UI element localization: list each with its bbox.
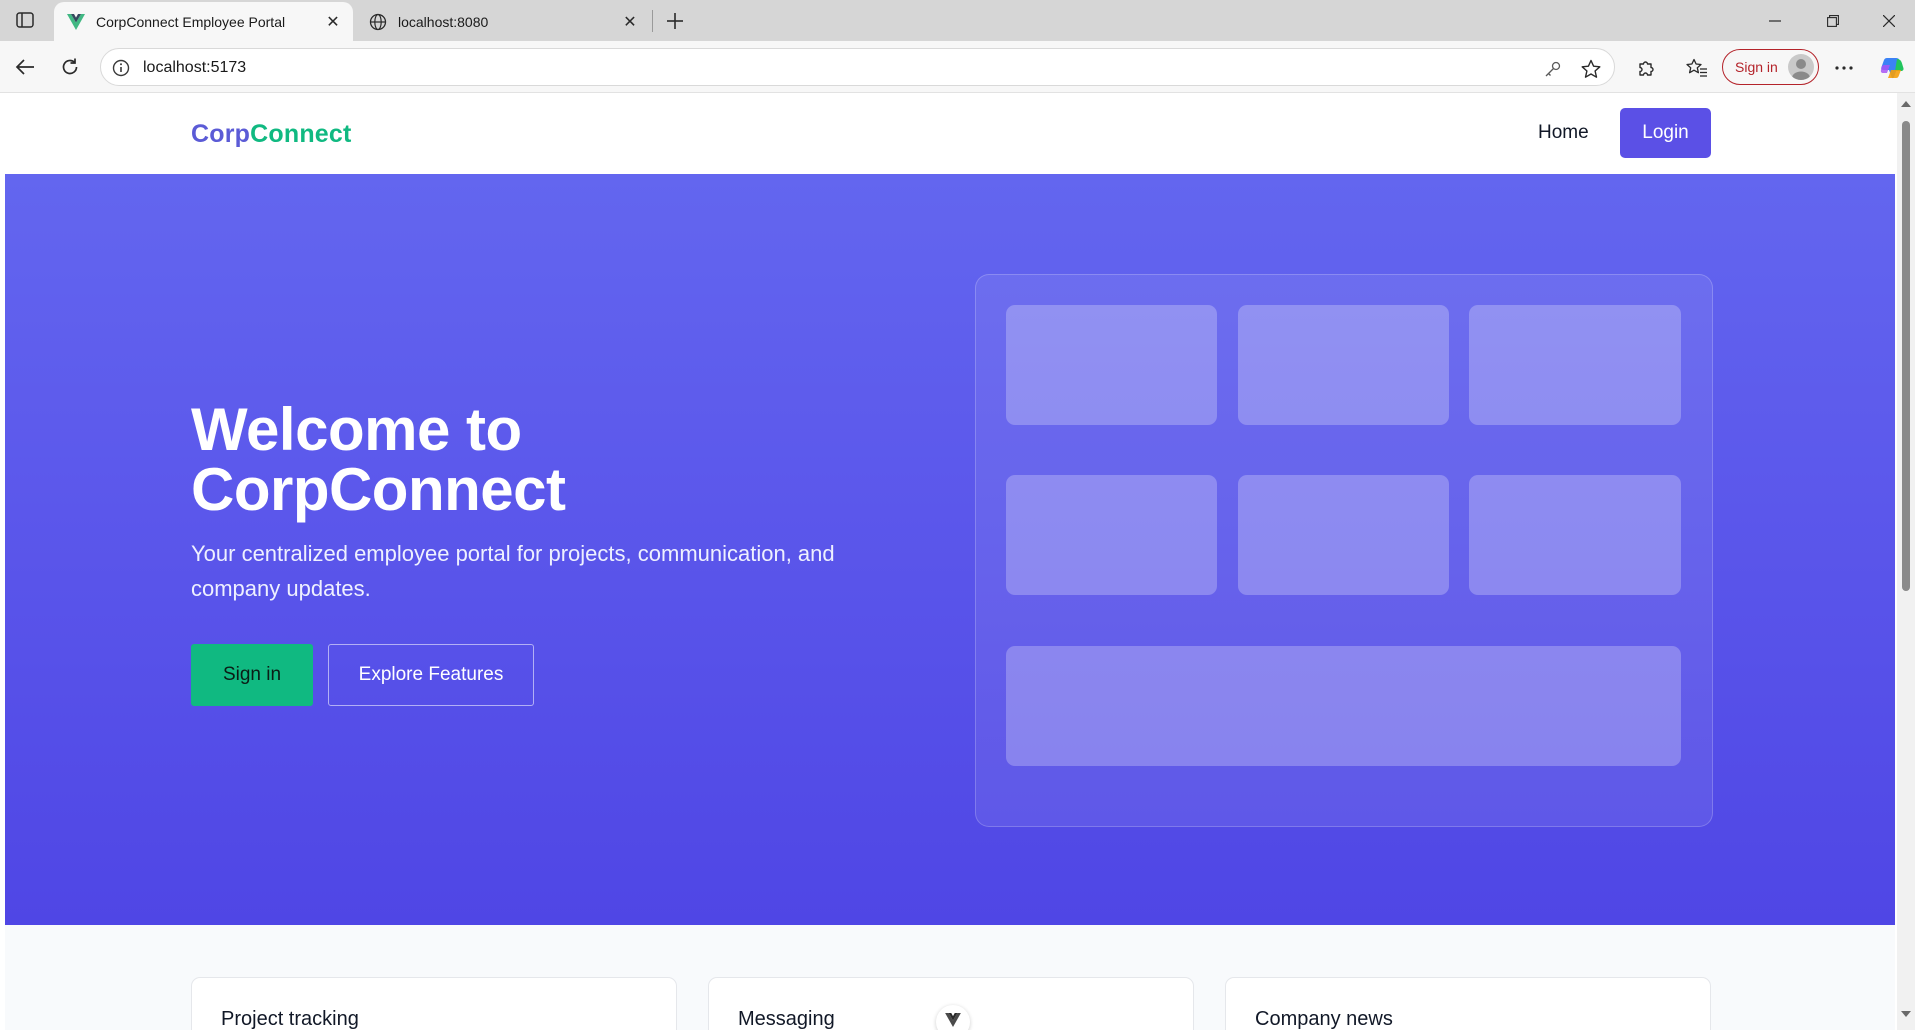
copilot-icon[interactable] (1878, 54, 1906, 82)
hero-subtitle: Your centralized employee portal for pro… (191, 541, 835, 601)
extensions-icon[interactable] (1632, 54, 1660, 82)
profile-sign-in-button[interactable]: Sign in (1722, 49, 1819, 85)
browser-tab-strip: CorpConnect Employee Portal ✕ localhost:… (0, 0, 1915, 41)
restore-icon[interactable] (1805, 0, 1861, 41)
feature-card-title: Project tracking (221, 1008, 359, 1030)
feature-card-title: Company news (1255, 1008, 1393, 1030)
preview-tile (1238, 305, 1449, 425)
tab-title: CorpConnect Employee Portal (96, 13, 286, 30)
profile-sign-in-label: Sign in (1735, 59, 1778, 75)
hero-sign-in-button[interactable]: Sign in (191, 644, 313, 706)
hero-title-line-1: Welcome to (191, 396, 522, 463)
explore-features-button[interactable]: Explore Features (328, 644, 534, 706)
back-icon[interactable] (9, 51, 41, 83)
favorites-icon[interactable] (1683, 54, 1711, 82)
close-tab-icon[interactable]: ✕ (321, 10, 345, 34)
page-scrollbar[interactable] (1897, 93, 1915, 1030)
tab-separator (652, 10, 653, 32)
tab-localhost-8080[interactable]: localhost:8080 ✕ (356, 2, 650, 41)
preview-tile (1469, 305, 1681, 425)
avatar (1788, 54, 1814, 80)
scroll-up-arrow-icon[interactable] (1901, 101, 1911, 107)
dashboard-preview-illustration (975, 274, 1713, 827)
brand-part-corp: Corp (191, 120, 251, 148)
brand-part-connect: Connect (250, 120, 352, 148)
feature-card-title: Messaging (738, 1008, 835, 1030)
preview-tile (1238, 475, 1449, 595)
scroll-down-arrow-icon[interactable] (1901, 1011, 1911, 1017)
site-info-icon[interactable] (111, 58, 131, 78)
close-tab-icon[interactable]: ✕ (618, 10, 642, 34)
nav-login-button[interactable]: Login (1620, 108, 1711, 158)
preview-tile (1006, 305, 1217, 425)
favorite-star-icon[interactable] (1580, 58, 1602, 80)
globe-icon (368, 12, 388, 32)
nav-home-link[interactable]: Home (1538, 122, 1589, 144)
tab-title: localhost:8080 (398, 13, 489, 30)
preview-tile (1469, 475, 1681, 595)
preview-tile (1006, 475, 1217, 595)
feature-card[interactable]: Project tracking (191, 977, 677, 1030)
hero-title-line-2: CorpConnect (191, 456, 566, 523)
minimize-icon[interactable] (1747, 0, 1803, 41)
tab-corpconnect[interactable]: CorpConnect Employee Portal ✕ (54, 2, 353, 41)
hero-title: Welcome to CorpConnect (191, 400, 751, 520)
address-bar[interactable]: localhost:5173 (100, 48, 1615, 86)
preview-wide-tile (1006, 646, 1681, 766)
more-options-icon[interactable] (1830, 54, 1858, 82)
brand-logo[interactable]: CorpConnect (191, 120, 352, 149)
vue-logo-icon (66, 12, 86, 32)
new-tab-icon[interactable] (660, 6, 690, 36)
page-viewport: CorpConnect Home Login Welcome to CorpCo… (5, 93, 1895, 1030)
address-url: localhost:5173 (143, 59, 247, 76)
browser-toolbar: localhost:5173 Sign in (0, 41, 1915, 93)
hero-section: Welcome to CorpConnect Your centralized … (5, 174, 1895, 925)
password-key-icon[interactable] (1542, 58, 1564, 80)
close-window-icon[interactable] (1861, 0, 1915, 41)
feature-card[interactable]: Company news (1225, 977, 1711, 1030)
site-header: CorpConnect Home Login (5, 93, 1895, 174)
reload-icon[interactable] (54, 51, 86, 83)
tab-actions-icon[interactable] (10, 8, 40, 32)
scrollbar-thumb[interactable] (1902, 121, 1910, 591)
